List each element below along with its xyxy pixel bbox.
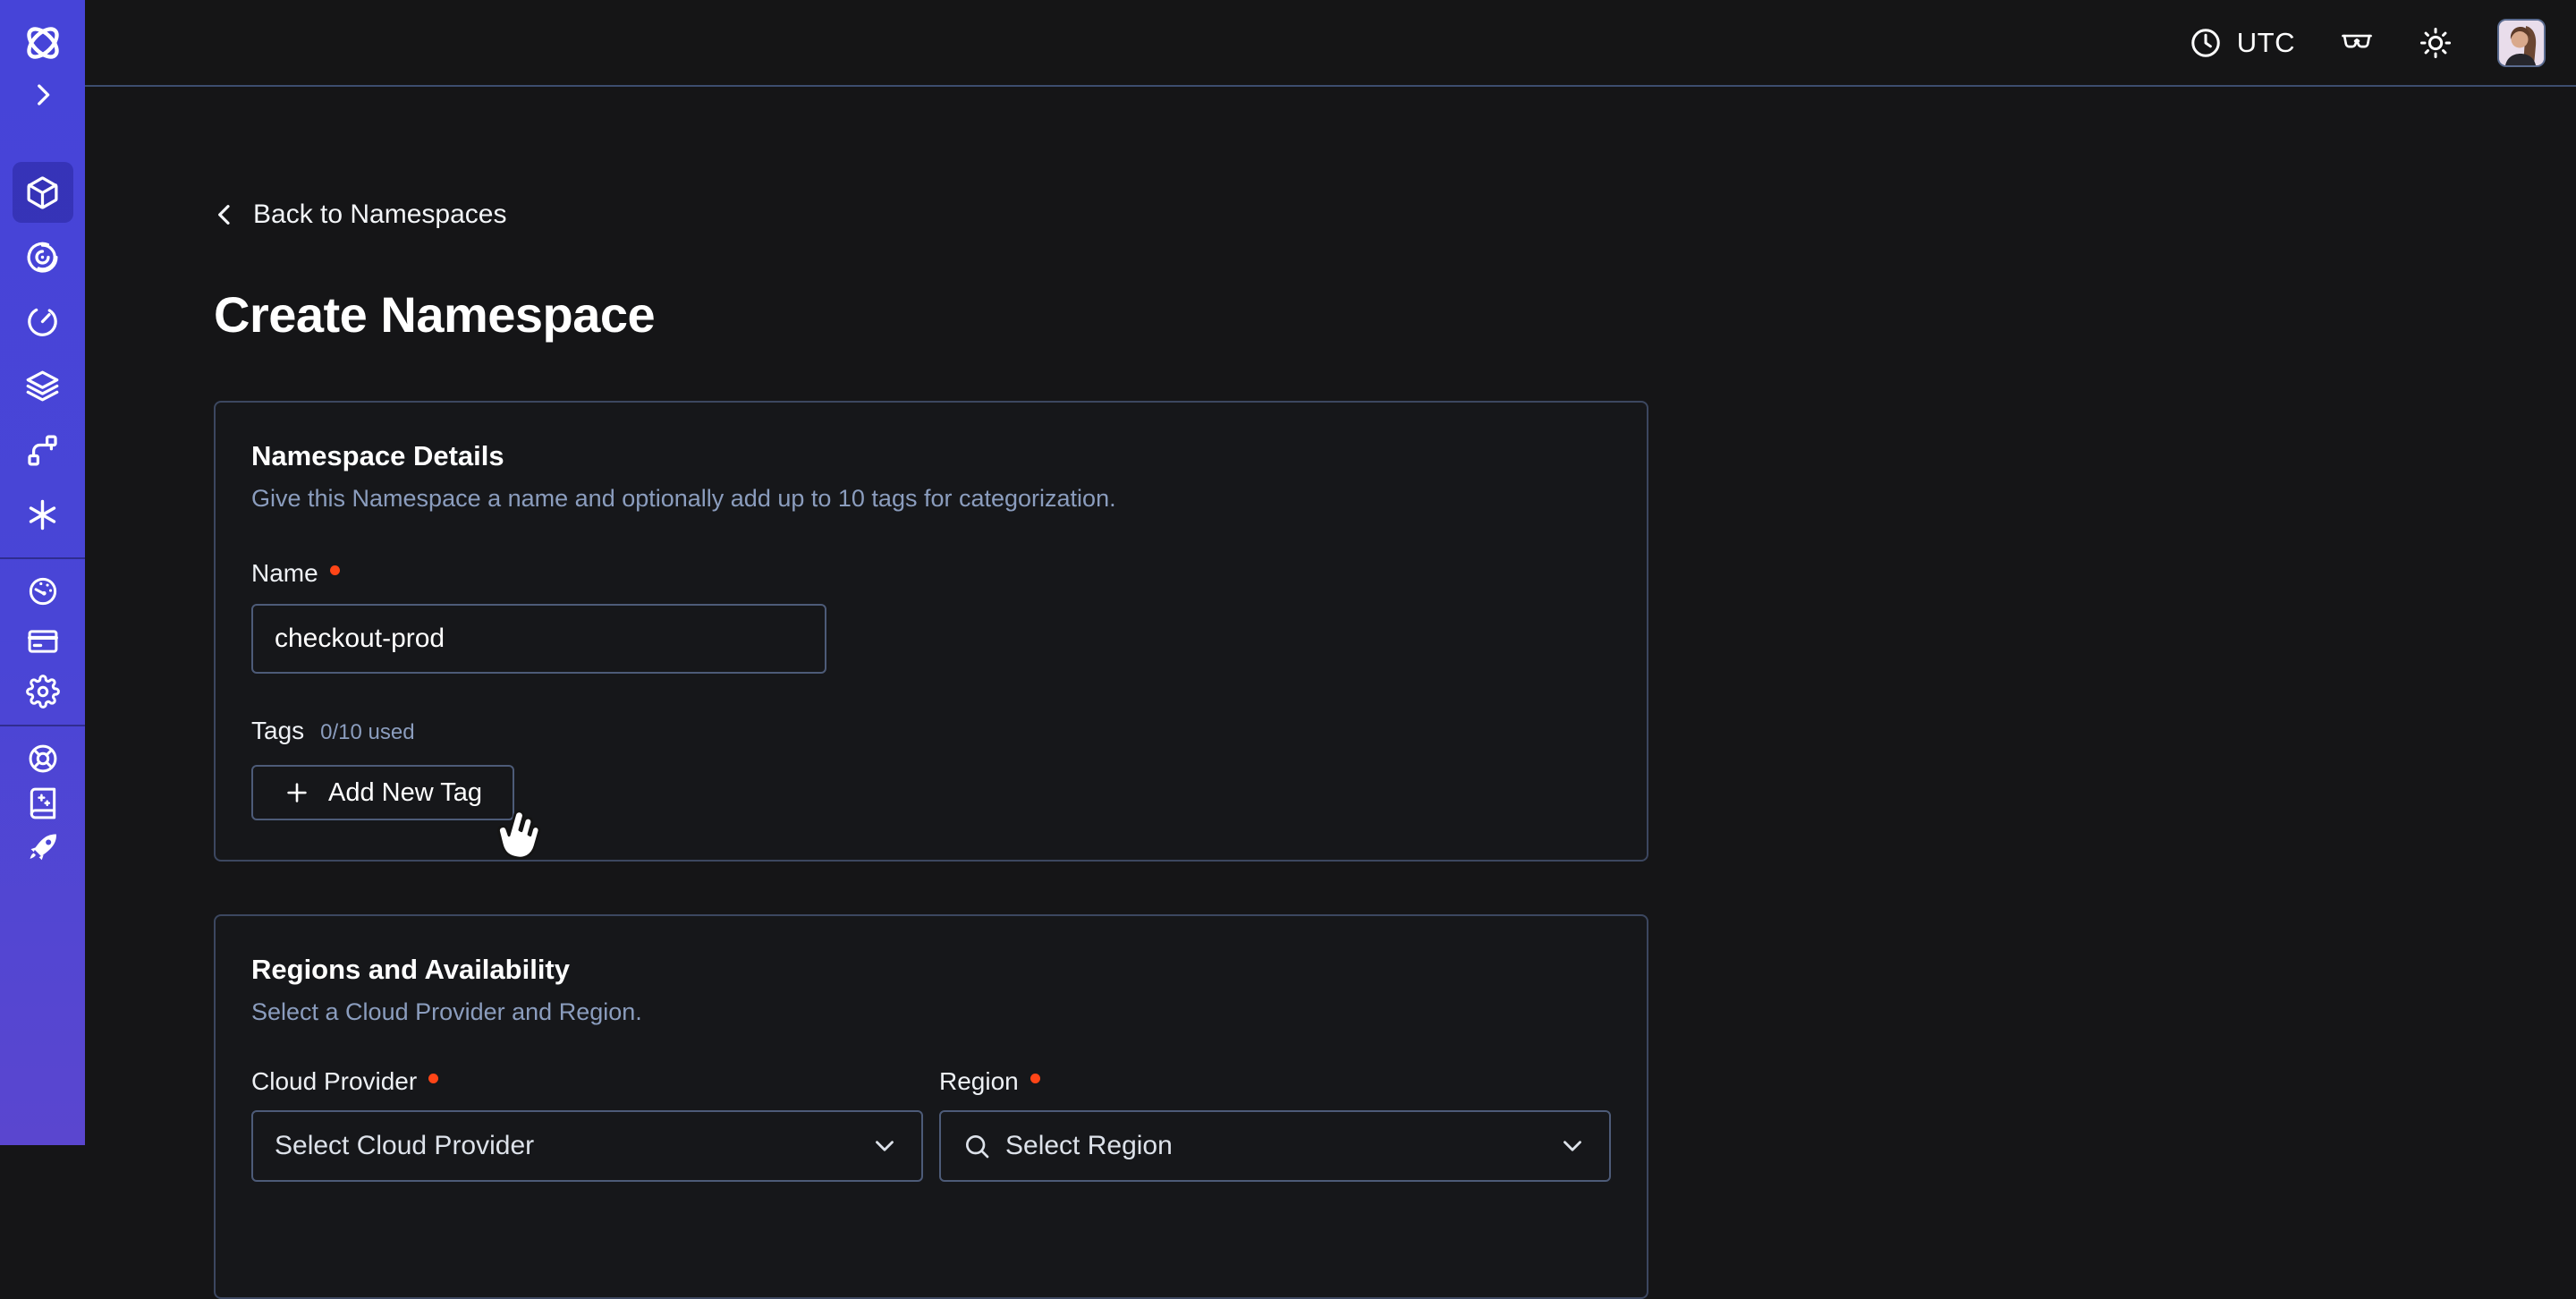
tags-counter: 0/10 used <box>320 720 414 745</box>
region-field: Region Select Region <box>939 1067 1611 1182</box>
back-link[interactable]: Back to Namespaces <box>210 200 506 230</box>
page-title: Create Namespace <box>214 285 2576 344</box>
sidebar-item-asterisk[interactable] <box>13 484 73 545</box>
card-description: Select a Cloud Provider and Region. <box>251 998 1611 1026</box>
theme-toggle-button[interactable] <box>2419 26 2453 60</box>
tags-header: Tags 0/10 used <box>251 717 1611 745</box>
topbar: UTC <box>85 0 2576 87</box>
sidebar-expand-button[interactable] <box>25 77 61 113</box>
book-sparkles-icon <box>26 786 60 820</box>
spiral-icon <box>24 239 61 276</box>
namespace-name-input[interactable] <box>251 604 826 674</box>
timezone-label: UTC <box>2237 27 2295 59</box>
chevron-left-icon <box>210 200 239 229</box>
name-field-label: Name <box>251 559 1611 588</box>
glasses-button[interactable] <box>2340 26 2374 60</box>
timezone-button[interactable]: UTC <box>2189 26 2295 60</box>
region-select[interactable]: Select Region <box>939 1110 1611 1182</box>
user-avatar[interactable] <box>2497 19 2546 67</box>
plus-icon <box>284 779 310 806</box>
sun-icon <box>2419 26 2453 60</box>
avatar-image <box>2499 21 2544 65</box>
namespace-details-card: Namespace Details Give this Namespace a … <box>214 401 1648 862</box>
glasses-icon <box>2340 26 2374 60</box>
app-root: UTC <box>0 0 2576 1145</box>
rocket-icon <box>26 831 60 865</box>
content: Back to Namespaces Create Namespace Name… <box>85 87 2576 1299</box>
cloud-provider-select[interactable]: Select Cloud Provider <box>251 1110 923 1182</box>
temporal-logo-icon <box>18 18 68 68</box>
required-dot <box>330 565 340 575</box>
region-label: Region <box>939 1067 1611 1096</box>
required-dot <box>428 1074 438 1083</box>
sidebar-item-book[interactable] <box>16 781 70 826</box>
sidebar-item-rocket[interactable] <box>16 826 70 870</box>
sidebar-item-cube[interactable] <box>13 162 73 223</box>
back-link-label: Back to Namespaces <box>253 200 506 230</box>
sidebar <box>0 0 85 1145</box>
credit-card-icon <box>26 624 60 658</box>
cloud-provider-field: Cloud Provider Select Cloud Provider <box>251 1067 923 1182</box>
chevron-right-icon <box>28 80 58 110</box>
sidebar-divider <box>0 557 85 559</box>
cloud-provider-label: Cloud Provider <box>251 1067 923 1096</box>
sidebar-account-nav <box>16 567 70 716</box>
sidebar-divider <box>0 725 85 726</box>
required-dot <box>1030 1074 1040 1083</box>
branch-icon <box>24 432 61 469</box>
life-buoy-icon <box>26 742 60 776</box>
sidebar-item-gauge[interactable] <box>16 567 70 616</box>
cube-icon <box>24 174 61 211</box>
cloud-provider-placeholder: Select Cloud Provider <box>275 1131 855 1161</box>
clock-icon <box>2189 26 2223 60</box>
card-description: Give this Namespace a name and optionall… <box>251 485 1611 513</box>
layers-icon <box>24 368 61 404</box>
sidebar-item-branch[interactable] <box>13 420 73 480</box>
regions-card: Regions and Availability Select a Cloud … <box>214 914 1648 1299</box>
chevron-down-icon <box>1557 1131 1588 1161</box>
tags-label: Tags <box>251 717 304 745</box>
add-new-tag-label: Add New Tag <box>328 778 482 808</box>
search-icon <box>962 1132 991 1160</box>
sidebar-item-gear[interactable] <box>16 667 70 716</box>
timer-icon <box>24 303 61 340</box>
sidebar-item-layers[interactable] <box>13 355 73 416</box>
region-placeholder: Select Region <box>1005 1131 1543 1161</box>
sidebar-item-spiral[interactable] <box>13 226 73 287</box>
gear-icon <box>26 675 60 709</box>
region-fields-row: Cloud Provider Select Cloud Provider Reg… <box>251 1067 1611 1182</box>
sidebar-item-credit-card[interactable] <box>16 617 70 666</box>
main-column: UTC <box>85 0 2576 1145</box>
add-new-tag-button[interactable]: Add New Tag <box>251 765 514 820</box>
asterisk-icon <box>24 497 61 533</box>
sidebar-item-life-buoy[interactable] <box>16 736 70 781</box>
sidebar-item-timer[interactable] <box>13 291 73 352</box>
sidebar-primary-nav <box>13 162 73 545</box>
chevron-down-icon <box>869 1131 900 1161</box>
card-title: Namespace Details <box>251 440 1611 472</box>
card-title: Regions and Availability <box>251 954 1611 986</box>
gauge-icon <box>26 574 60 608</box>
sidebar-help-nav <box>16 736 70 870</box>
